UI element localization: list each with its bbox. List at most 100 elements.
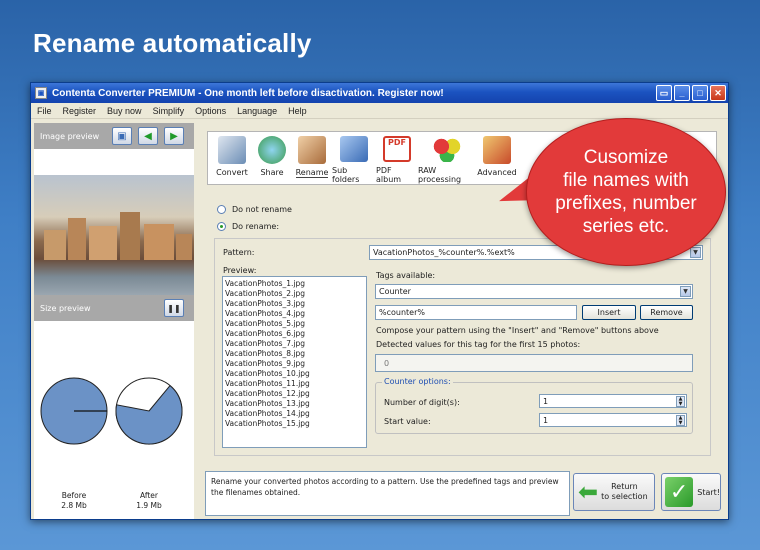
raw-icon xyxy=(433,136,461,162)
arrow-right-icon[interactable]: ▶ xyxy=(164,127,184,145)
tool-share[interactable]: Share xyxy=(252,132,292,184)
return-label-1: Return xyxy=(611,482,638,491)
image-preview-label: Image preview xyxy=(40,131,100,141)
tool-sub-folders-label: Sub folders xyxy=(332,166,360,184)
photo-preview xyxy=(34,175,194,295)
menu-options[interactable]: Options xyxy=(195,106,226,116)
list-item[interactable]: VacationPhotos_8.jpg xyxy=(225,349,364,359)
maximize-icon[interactable]: □ xyxy=(692,85,708,101)
tool-raw-processing-label: RAW processing xyxy=(418,166,462,184)
do-not-rename-radio[interactable] xyxy=(217,205,226,214)
folders-icon xyxy=(340,136,368,162)
digits-stepper[interactable]: 1 ▲ ▼ xyxy=(539,394,687,408)
start-value: 1 xyxy=(543,415,549,425)
do-not-rename-label: Do not rename xyxy=(232,205,292,214)
start-button[interactable]: ✓ Start! xyxy=(661,473,721,511)
list-item[interactable]: VacationPhotos_6.jpg xyxy=(225,329,364,339)
callout-bubble: Cusomize file names with prefixes, numbe… xyxy=(526,118,726,266)
do-rename-option[interactable]: Do rename: xyxy=(217,222,279,231)
pattern-value: VacationPhotos_%counter%.%ext% xyxy=(373,248,515,257)
restore-icon[interactable]: ▭ xyxy=(656,85,672,101)
do-rename-label: Do rename: xyxy=(232,222,280,231)
list-item[interactable]: VacationPhotos_14.jpg xyxy=(225,409,364,419)
detected-label: Detected values for this tag for the fir… xyxy=(376,340,581,349)
do-rename-radio[interactable] xyxy=(217,222,226,231)
tool-share-label: Share xyxy=(260,168,284,177)
menu-help[interactable]: Help xyxy=(288,106,307,116)
chevron-down-icon[interactable]: ▼ xyxy=(690,247,701,258)
share-icon xyxy=(258,136,286,164)
return-to-selection-button[interactable]: ⬅ Return to selection xyxy=(573,473,655,511)
menu-language[interactable]: Language xyxy=(237,106,277,116)
menu-buy-now[interactable]: Buy now xyxy=(107,106,142,116)
before-label-block: Before 2.8 Mb xyxy=(49,491,99,511)
window-title: Contenta Converter PREMIUM - One month l… xyxy=(52,87,444,99)
digits-spin-icon[interactable]: ▲ ▼ xyxy=(676,396,685,407)
arrow-back-icon: ⬅ xyxy=(578,478,599,506)
list-item[interactable]: VacationPhotos_15.jpg xyxy=(225,419,364,429)
tool-rename-label: Rename xyxy=(295,168,329,178)
image-preview-header: Image preview ▣ ◀ ▶ xyxy=(34,123,194,149)
tag-code-field[interactable]: %counter% xyxy=(375,305,577,320)
list-item[interactable]: VacationPhotos_10.jpg xyxy=(225,369,364,379)
close-icon[interactable]: ✕ xyxy=(710,85,726,101)
list-item[interactable]: VacationPhotos_5.jpg xyxy=(225,319,364,329)
list-item[interactable]: VacationPhotos_3.jpg xyxy=(225,299,364,309)
tool-advanced[interactable]: Advanced xyxy=(476,132,518,184)
tag-select[interactable]: Counter ▼ xyxy=(375,284,693,299)
list-item[interactable]: VacationPhotos_11.jpg xyxy=(225,379,364,389)
list-item[interactable]: VacationPhotos_4.jpg xyxy=(225,309,364,319)
description-box: Rename your converted photos according t… xyxy=(205,471,570,516)
pause-icon[interactable]: ❚❚ xyxy=(164,299,184,317)
tags-label: Tags available: xyxy=(376,271,436,280)
list-item[interactable]: VacationPhotos_7.jpg xyxy=(225,339,364,349)
tool-convert-label: Convert xyxy=(216,168,248,177)
list-item[interactable]: VacationPhotos_13.jpg xyxy=(225,399,364,409)
tool-sub-folders[interactable]: Sub folders xyxy=(332,132,376,184)
menu-simplify[interactable]: Simplify xyxy=(153,106,185,116)
tool-raw-processing[interactable]: RAW processing xyxy=(418,132,476,184)
headline: Rename automatically xyxy=(33,28,312,58)
detected-value: 0 xyxy=(384,358,390,368)
chevron-down-icon[interactable]: ▼ xyxy=(680,286,691,297)
tag-selected: Counter xyxy=(379,287,411,296)
tool-pdf-album[interactable]: PDF PDF album xyxy=(376,132,418,184)
before-size: 2.8 Mb xyxy=(61,501,87,510)
start-spin-icon[interactable]: ▲ ▼ xyxy=(676,415,685,426)
callout-line-4: series etc. xyxy=(582,216,670,237)
rename-icon xyxy=(298,136,326,164)
size-preview-header: Size preview ❚❚ xyxy=(34,295,194,321)
tool-convert[interactable]: Convert xyxy=(212,132,252,184)
digits-label: Number of digit(s): xyxy=(384,398,460,407)
convert-icon xyxy=(218,136,246,164)
remove-button[interactable]: Remove xyxy=(640,305,693,320)
menu-file[interactable]: File xyxy=(37,106,52,116)
list-item[interactable]: VacationPhotos_2.jpg xyxy=(225,289,364,299)
pattern-label: Pattern: xyxy=(223,248,255,257)
preview-list[interactable]: VacationPhotos_1.jpg VacationPhotos_2.jpg… xyxy=(222,276,367,448)
insert-button[interactable]: Insert xyxy=(582,305,636,320)
titlebar[interactable]: ▣ Contenta Converter PREMIUM - One month… xyxy=(31,83,728,103)
after-label: After xyxy=(139,491,158,500)
minimize-icon[interactable]: _ xyxy=(674,85,690,101)
preview-label: Preview: xyxy=(223,266,257,275)
size-preview-label: Size preview xyxy=(40,303,91,313)
tool-pdf-album-label: PDF album xyxy=(376,166,402,184)
tool-rename[interactable]: Rename xyxy=(292,132,332,184)
monitor-icon[interactable]: ▣ xyxy=(112,127,132,145)
do-not-rename-option[interactable]: Do not rename xyxy=(217,205,292,214)
menubar: File Register Buy now Simplify Options L… xyxy=(31,103,728,119)
callout-line-1: Cusomize xyxy=(583,147,669,168)
list-item[interactable]: VacationPhotos_12.jpg xyxy=(225,389,364,399)
list-item[interactable]: VacationPhotos_1.jpg xyxy=(225,279,364,289)
menu-register[interactable]: Register xyxy=(63,106,97,116)
before-label: Before xyxy=(61,491,87,500)
pdf-icon: PDF xyxy=(383,136,411,162)
arrow-left-icon[interactable]: ◀ xyxy=(138,127,158,145)
counter-options-title: Counter options: xyxy=(382,377,453,386)
start-label-text: Start! xyxy=(697,487,720,497)
after-label-block: After 1.9 Mb xyxy=(124,491,174,511)
list-item[interactable]: VacationPhotos_9.jpg xyxy=(225,359,364,369)
tag-code: %counter% xyxy=(379,308,425,317)
start-stepper[interactable]: 1 ▲ ▼ xyxy=(539,413,687,427)
